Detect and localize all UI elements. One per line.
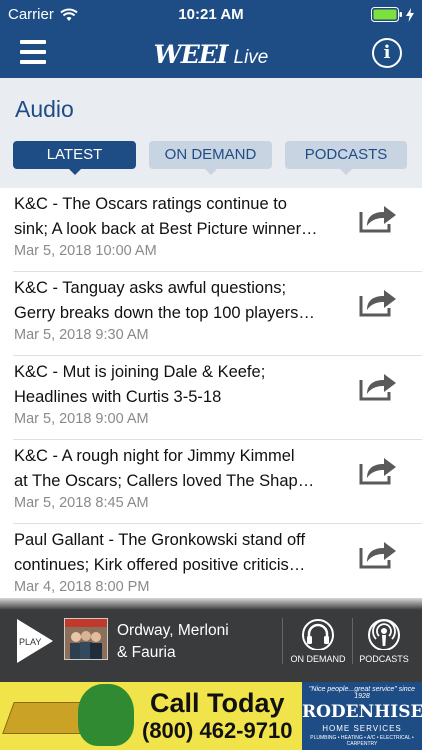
- show-thumbnail: [64, 618, 108, 660]
- share-icon[interactable]: [358, 202, 398, 234]
- tab-on-demand-label: ON DEMAND: [164, 146, 257, 163]
- share-icon[interactable]: [358, 454, 398, 486]
- ad-phone: (800) 462-9710: [142, 718, 293, 743]
- play-button[interactable]: PLAY: [16, 618, 54, 664]
- status-bar: Carrier 10:21 AM: [0, 0, 422, 30]
- tab-bar: LATEST ON DEMAND PODCASTS: [0, 140, 422, 188]
- tab-latest-label: LATEST: [46, 146, 103, 163]
- episode-list[interactable]: K&C - The Oscars ratings continue to sin…: [0, 188, 422, 598]
- logo-wordmark: WEEI: [153, 40, 229, 69]
- charging-bolt-icon: [406, 7, 414, 22]
- episode-date: Mar 5, 2018 9:00 AM: [14, 411, 149, 427]
- info-icon: i: [383, 42, 391, 63]
- tab-latest[interactable]: LATEST: [13, 141, 136, 175]
- episode-date: Mar 4, 2018 8:00 PM: [14, 579, 150, 595]
- tab-podcasts[interactable]: PODCASTS: [285, 141, 407, 175]
- play-label: PLAY: [19, 637, 41, 647]
- divider: [282, 618, 283, 664]
- podcasts-label: PODCASTS: [359, 654, 409, 664]
- share-icon[interactable]: [358, 370, 398, 402]
- now-playing-show[interactable]: Ordway, Merloni & Fauria: [117, 620, 229, 664]
- ad-headline: Call Today: [150, 688, 285, 718]
- battery-icon: [371, 7, 402, 22]
- share-icon[interactable]: [358, 538, 398, 570]
- headphones-icon: [302, 619, 334, 650]
- on-demand-label: ON DEMAND: [290, 654, 346, 664]
- tab-podcasts-label: PODCASTS: [304, 146, 388, 163]
- clock: 10:21 AM: [178, 6, 244, 23]
- list-item[interactable]: K&C - The Oscars ratings continue to sin…: [13, 188, 422, 272]
- app-logo: WEEI Live: [0, 40, 422, 69]
- leprechaun-graphic: [78, 684, 134, 746]
- info-button[interactable]: i: [372, 38, 402, 68]
- podcast-icon: [368, 619, 400, 650]
- episode-title: K&C - A rough night for Jimmy Kimmel at …: [14, 447, 315, 490]
- episode-title: K&C - The Oscars ratings continue to sin…: [14, 195, 318, 238]
- navigation-bar: WEEI Live i: [0, 30, 422, 78]
- section-header: Audio: [0, 78, 422, 140]
- logo-suffix: Live: [233, 47, 269, 68]
- list-item[interactable]: K&C - Mut is joining Dale & Keefe; Headl…: [13, 356, 422, 440]
- episode-date: Mar 5, 2018 10:00 AM: [14, 243, 157, 259]
- ad-banner[interactable]: Call Today (800) 462-9710 "Nice people..…: [0, 682, 422, 750]
- episode-date: Mar 5, 2018 9:30 AM: [14, 327, 149, 343]
- list-item[interactable]: K&C - A rough night for Jimmy Kimmel at …: [13, 440, 422, 524]
- podcasts-button[interactable]: PODCASTS: [352, 618, 416, 664]
- mini-player: PLAY Ordway, Merloni & Fauria ON DEMAND: [0, 598, 422, 682]
- episode-title: Paul Gallant - The Gronkowski stand off …: [14, 531, 306, 574]
- episode-title: K&C - Tanguay asks awful questions; Gerr…: [14, 279, 315, 322]
- share-icon[interactable]: [358, 286, 398, 318]
- list-item[interactable]: Paul Gallant - The Gronkowski stand off …: [13, 524, 422, 598]
- episode-date: Mar 5, 2018 8:45 AM: [14, 495, 149, 511]
- ad-brand: "Nice people...great service" since 1928…: [302, 682, 422, 750]
- tab-on-demand[interactable]: ON DEMAND: [149, 141, 272, 175]
- page-title: Audio: [15, 96, 74, 122]
- list-item[interactable]: K&C - Tanguay asks awful questions; Gerr…: [13, 272, 422, 356]
- battery-group: [371, 7, 414, 22]
- episode-title: K&C - Mut is joining Dale & Keefe; Headl…: [14, 363, 266, 406]
- on-demand-button[interactable]: ON DEMAND: [286, 618, 350, 664]
